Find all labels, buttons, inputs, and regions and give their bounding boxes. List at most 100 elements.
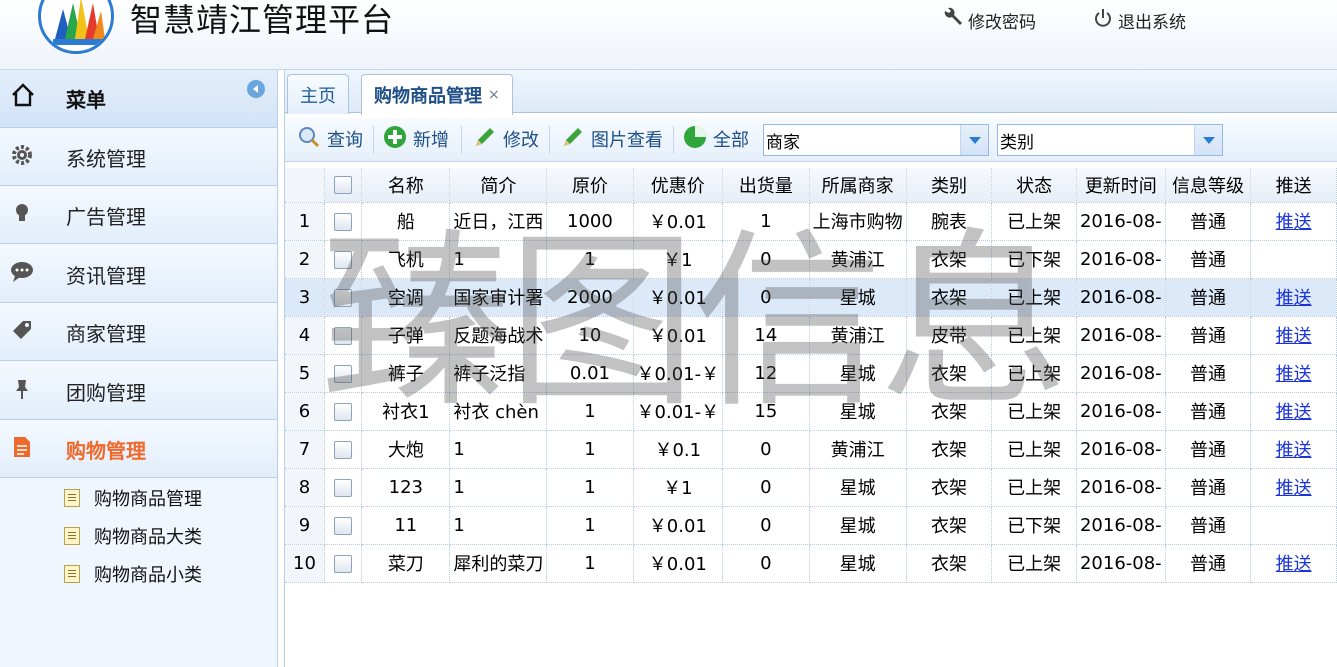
column-header[interactable]: 推送	[1250, 168, 1337, 203]
row-select-cell[interactable]	[324, 316, 363, 355]
select-all-checkbox[interactable]	[334, 176, 353, 195]
close-icon[interactable]: ×	[488, 87, 500, 103]
logo	[38, 0, 114, 54]
table-row[interactable]: 3 空调 国家审计署 2000 ￥0.01 0 星城 衣架 已上架 2016-08- 普通 推送	[285, 278, 1337, 317]
table-header-row: 名称 简介 原价 优惠价 出货量 所属商家 类别 状态 更新时间 信息等级 推送	[285, 168, 1337, 203]
row-checkbox[interactable]	[334, 288, 353, 307]
change-password-link[interactable]: 修改密码	[942, 6, 1036, 34]
table-row[interactable]: 8 123 1 1 ￥1 0 星城 衣架 已上架 2016-08- 普通 推送	[285, 468, 1337, 507]
sub-item-shopping-goods[interactable]: 购物商品管理	[64, 483, 202, 513]
row-select-cell[interactable]	[324, 468, 363, 507]
logout-link[interactable]: 退出系统	[1092, 6, 1186, 34]
sub-item-shopping-subcategory[interactable]: 购物商品小类	[64, 559, 202, 589]
column-header[interactable]: 更新时间	[1076, 168, 1166, 203]
tab-shopping-goods[interactable]: 购物商品管理 ×	[361, 74, 513, 115]
row-checkbox[interactable]	[334, 364, 353, 383]
chevron-down-icon[interactable]	[1194, 125, 1222, 155]
sidebar-item-groupbuy[interactable]: 团购管理	[0, 362, 277, 420]
table-cell: 普通	[1165, 392, 1252, 431]
push-link[interactable]: 推送	[1276, 288, 1312, 309]
column-header[interactable]: 简介	[449, 168, 548, 203]
sidebar-item-ads[interactable]: 广告管理	[0, 186, 277, 244]
table-cell: ￥1	[633, 468, 724, 507]
table-cell: ￥0.01-￥	[633, 354, 724, 393]
column-header[interactable]: 出货量	[722, 168, 810, 203]
column-header[interactable]: 原价	[546, 168, 634, 203]
row-select-cell[interactable]	[324, 354, 363, 393]
row-select-cell[interactable]	[324, 544, 363, 583]
row-checkbox[interactable]	[334, 554, 353, 573]
row-checkbox[interactable]	[334, 440, 353, 459]
table-row[interactable]: 6 衬衣1 衬衣 chèn 1 ￥0.01-￥ 15 星城 衣架 已上架 2016-08- 普通 推送	[285, 392, 1337, 431]
row-select-cell[interactable]	[324, 240, 363, 279]
row-checkbox[interactable]	[334, 326, 353, 345]
category-combo-value: 类别	[1000, 132, 1034, 153]
row-select-cell[interactable]	[324, 202, 363, 241]
all-label: 全部	[713, 130, 749, 151]
query-button[interactable]: 查询	[297, 124, 363, 154]
push-link[interactable]: 推送	[1276, 212, 1312, 233]
row-select-cell[interactable]	[324, 278, 363, 317]
row-select-cell[interactable]	[324, 506, 363, 545]
push-link[interactable]: 推送	[1276, 554, 1312, 575]
note-icon	[64, 527, 80, 545]
sidebar-item-system[interactable]: 系统管理	[0, 128, 277, 186]
column-header[interactable]: 信息等级	[1165, 168, 1252, 203]
table-cell: 衣架	[906, 240, 993, 279]
sidebar-item-merchants[interactable]: 商家管理	[0, 303, 277, 361]
menu-label: 菜单	[66, 88, 106, 112]
merchant-combo-value: 商家	[766, 132, 800, 153]
column-header[interactable]: 名称	[361, 168, 451, 203]
column-header[interactable]: 状态	[991, 168, 1077, 203]
table-cell: 已上架	[991, 278, 1077, 317]
all-button[interactable]: 全部	[683, 124, 749, 154]
table-cell: 0.01	[546, 354, 634, 393]
table-row[interactable]: 2 飞机 1 1 ￥1 0 黄浦江 衣架 已下架 2016-08- 普通	[285, 240, 1337, 279]
table-cell: 裤子	[361, 354, 451, 393]
table-cell: 2016-08-	[1076, 354, 1166, 393]
table-cell: 星城	[809, 468, 907, 507]
row-number: 2	[285, 240, 325, 279]
column-header[interactable]: 所属商家	[809, 168, 907, 203]
table-cell: 近日，江西	[449, 202, 548, 241]
select-all-header[interactable]	[324, 168, 363, 203]
tab-home[interactable]: 主页	[287, 74, 349, 114]
merchant-combo[interactable]: 商家	[763, 124, 989, 156]
push-link[interactable]: 推送	[1276, 364, 1312, 385]
table-cell: 2016-08-	[1076, 430, 1166, 469]
row-select-cell[interactable]	[324, 430, 363, 469]
sidebar-item-shopping[interactable]: 购物管理	[0, 420, 277, 478]
table-cell: 已下架	[991, 240, 1077, 279]
row-select-cell[interactable]	[324, 392, 363, 431]
sidebar-item-news[interactable]: 资讯管理	[0, 245, 277, 303]
column-header[interactable]: 类别	[906, 168, 993, 203]
image-view-button[interactable]: 图片查看	[561, 124, 663, 154]
tab-bar: 主页 购物商品管理 ×	[285, 70, 1337, 115]
chevron-down-icon[interactable]	[960, 125, 988, 155]
row-checkbox[interactable]	[334, 402, 353, 421]
table-row[interactable]: 5 裤子 裤子泛指 0.01 ￥0.01-￥ 12 星城 衣架 已上架 2016-08- 普通 推送	[285, 354, 1337, 393]
sub-item-shopping-category[interactable]: 购物商品大类	[64, 521, 202, 551]
table-cell: 1	[449, 240, 548, 279]
table-row[interactable]: 7 大炮 1 1 ￥0.1 0 黄浦江 衣架 已上架 2016-08- 普通 推送	[285, 430, 1337, 469]
push-link[interactable]: 推送	[1276, 402, 1312, 423]
add-button[interactable]: 新增	[383, 124, 449, 154]
push-link[interactable]: 推送	[1276, 478, 1312, 499]
row-checkbox[interactable]	[334, 212, 353, 231]
row-checkbox[interactable]	[334, 250, 353, 269]
table-row[interactable]: 10 菜刀 犀利的菜刀 1 ￥0.01 0 星城 衣架 已上架 2016-08- 普通 推送	[285, 544, 1337, 583]
table-row[interactable]: 4 子弹 反题海战术 10 ￥0.01 14 黄浦江 皮带 已上架 2016-08- 普通 推送	[285, 316, 1337, 355]
push-cell: 推送	[1250, 202, 1337, 241]
push-link[interactable]: 推送	[1276, 440, 1312, 461]
row-checkbox[interactable]	[334, 478, 353, 497]
push-link[interactable]: 推送	[1276, 326, 1312, 347]
table-row[interactable]: 9 11 1 1 ￥0.01 0 星城 衣架 已下架 2016-08- 普通	[285, 506, 1337, 545]
table-cell: 衣架	[906, 278, 993, 317]
category-combo[interactable]: 类别	[997, 124, 1223, 156]
table-row[interactable]: 1 船近日，江西 1000 ￥0.01 1 上海市购物 腕表 已上架 2016-08- 普通 推送	[285, 202, 1337, 241]
collapse-sidebar-icon[interactable]	[247, 80, 265, 98]
edit-button[interactable]: 修改	[473, 124, 539, 154]
wrench-icon	[942, 7, 968, 34]
row-checkbox[interactable]	[334, 516, 353, 535]
column-header[interactable]: 优惠价	[633, 168, 724, 203]
